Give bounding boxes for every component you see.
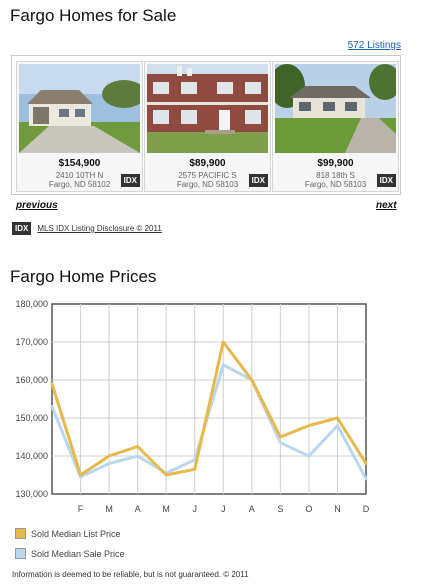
idx-badge: IDX [120, 174, 140, 187]
y-tick-label: 170,000 [15, 337, 48, 347]
y-tick-label: 160,000 [15, 375, 48, 385]
y-tick-label: 130,000 [15, 489, 48, 499]
y-tick-label: 140,000 [15, 451, 48, 461]
idx-badge: IDX [248, 174, 268, 187]
legend-swatch [15, 528, 26, 539]
x-tick-label: M [105, 504, 113, 514]
legend-item-sale-price: Sold Median Sale Price [15, 548, 125, 559]
x-tick-label: M [162, 504, 170, 514]
listing-price: $154,900 [58, 158, 101, 169]
listings-carousel: $154,900 2410 10TH N Fargo, ND 58102 IDX [11, 55, 401, 195]
x-tick-label: S [277, 504, 283, 514]
listing-photo[interactable] [275, 64, 396, 153]
x-tick-label: A [135, 504, 141, 514]
next-link[interactable]: next [376, 200, 397, 211]
legend-label: Sold Median List Price [31, 528, 121, 539]
x-tick-label: O [305, 504, 312, 514]
legend-label: Sold Median Sale Price [31, 548, 125, 559]
x-tick-label: J [192, 504, 197, 514]
listing-card[interactable]: $99,900 818 18th S Fargo, ND 58103 IDX [272, 61, 399, 192]
chart-title: Fargo Home Prices [10, 267, 157, 286]
x-tick-label: F [78, 504, 84, 514]
x-tick-label: A [249, 504, 255, 514]
x-tick-label: D [363, 504, 370, 514]
footer-disclaimer: Information is deemed to be reliable, bu… [12, 570, 249, 579]
page-title: Fargo Homes for Sale [10, 6, 177, 25]
listing-photo[interactable] [19, 64, 140, 153]
idx-badge: IDX [12, 222, 32, 235]
legend-item-list-price: Sold Median List Price [15, 528, 121, 539]
disclosure-link[interactable]: MLS IDX Listing Disclosure © 2011 [37, 224, 161, 233]
idx-disclosure: IDX MLS IDX Listing Disclosure © 2011 [12, 222, 162, 235]
listing-price: $89,900 [189, 158, 226, 169]
x-tick-label: N [334, 504, 341, 514]
listings-count-link[interactable]: 572 Listings [348, 40, 401, 51]
idx-badge: IDX [376, 174, 396, 187]
listing-photo[interactable] [147, 64, 268, 153]
listing-price: $99,900 [317, 158, 354, 169]
listing-card[interactable]: $89,900 2575 PACIFIC S Fargo, ND 58103 I… [144, 61, 271, 192]
y-tick-label: 180,000 [15, 299, 48, 309]
legend-swatch [15, 548, 26, 559]
price-chart: 130,000 140,000 150,000 160,000 170,000 180,0… [0, 292, 423, 522]
y-tick-label: 150,000 [15, 413, 48, 423]
previous-link[interactable]: previous [16, 200, 58, 211]
listing-card[interactable]: $154,900 2410 10TH N Fargo, ND 58102 IDX [16, 61, 143, 192]
x-tick-label: J [221, 504, 226, 514]
price-chart-svg: 130,000 140,000 150,000 160,000 170,000 180,0… [15, 299, 370, 514]
